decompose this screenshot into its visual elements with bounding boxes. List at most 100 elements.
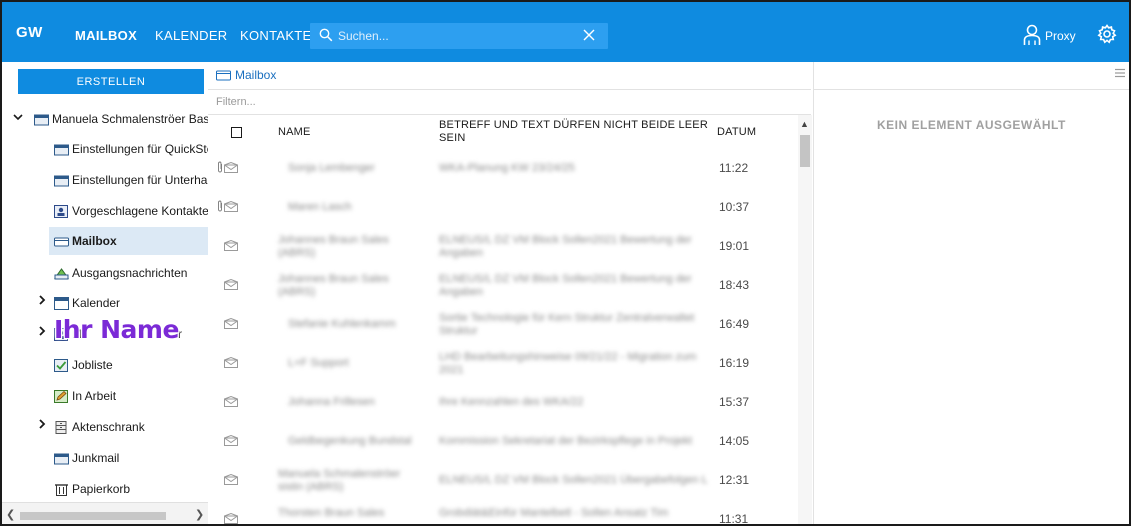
- row-date: 10:37: [719, 200, 750, 214]
- row-date: 19:01: [719, 239, 750, 253]
- envelope-icon: [224, 513, 238, 524]
- row-sender: Manuela Schmalenströer sistin (ABRS): [278, 468, 401, 493]
- clear-search-icon[interactable]: [582, 28, 596, 42]
- outbox-icon: [54, 267, 69, 279]
- table-row[interactable]: Johannes Braun Sales (ABRS) ELNEUS/L DZ …: [208, 227, 798, 266]
- row-subject: ELNEUS/L DZ VM Block Sollen2021 Bewertun…: [439, 234, 692, 259]
- edit-icon: [54, 389, 68, 403]
- folder-icon: [54, 175, 69, 186]
- checklist-icon: [54, 358, 68, 372]
- mailbox-icon: [216, 70, 231, 80]
- table-row[interactable]: Sonja Lembenger WKA-Planung KW 23/24/25 …: [208, 149, 798, 188]
- sidebar-item-label: Mailbox: [72, 234, 117, 248]
- row-sender: Geldbegenkung Bundstal: [288, 435, 412, 447]
- proxy-button[interactable]: Proxy: [1023, 22, 1076, 46]
- attachment-icon: [218, 200, 222, 212]
- row-date: 16:19: [719, 356, 750, 370]
- scroll-right-icon[interactable]: ❯: [195, 508, 204, 521]
- breadcrumb-label: Mailbox: [235, 68, 277, 82]
- row-date: 16:49: [719, 317, 750, 331]
- sidebar-item-jobliste[interactable]: Jobliste: [54, 351, 113, 379]
- scrollbar-thumb[interactable]: [20, 512, 166, 520]
- list-vertical-scrollbar[interactable]: ▲: [798, 115, 812, 524]
- search-box: [310, 23, 608, 49]
- row-date: 11:31: [719, 512, 749, 526]
- empty-preview-message: KEIN ELEMENT AUSGEWÄHLT: [877, 118, 1066, 132]
- sidebar-item-ausgangsnachrichten[interactable]: Ausgangsnachrichten: [54, 259, 187, 287]
- scroll-left-icon[interactable]: ❮: [6, 508, 15, 521]
- sidebar-item-label: Einstellungen für Unterhalt: [72, 173, 208, 187]
- contacts-icon: [54, 204, 68, 218]
- sidebar-item-label: Junkmail: [72, 451, 120, 465]
- sidebar-item-label: Einstellungen für QuickStep: [72, 142, 208, 156]
- envelope-icon: [224, 474, 238, 485]
- table-row[interactable]: Geldbegenkung Bundstal Kommission Sekret…: [208, 422, 798, 461]
- settings-gear-icon[interactable]: [1096, 23, 1118, 45]
- sidebar-item-einstellungen-unterhalt[interactable]: Einstellungen für Unterhalt: [54, 166, 208, 194]
- search-input[interactable]: [338, 27, 568, 45]
- column-header-date[interactable]: DATUM: [717, 115, 756, 149]
- message-list-pane: Mailbox NAME BETREFF UND TEXT DÜRFEN NIC…: [208, 62, 814, 526]
- row-subject: ELNEUS/L DZ VM Block Sollen2021 Bewertun…: [439, 273, 692, 298]
- sidebar-item-vorgeschlagene-kontakte[interactable]: Vorgeschlagene Kontakte: [54, 197, 208, 225]
- preview-pane: KEIN ELEMENT AUSGEWÄHLT: [814, 62, 1129, 524]
- sidebar-item-junkmail[interactable]: Junkmail: [54, 444, 119, 472]
- sidebar-item-aktenschrank[interactable]: Aktenschrank: [54, 413, 145, 441]
- expand-chevron-icon[interactable]: [37, 295, 47, 307]
- row-date: 12:31: [719, 473, 750, 487]
- sidebar-item-mailbox[interactable]: Mailbox: [49, 227, 208, 255]
- column-header-name[interactable]: NAME: [278, 115, 311, 149]
- proxy-user-icon: [1023, 24, 1041, 45]
- table-row[interactable]: Johannes Braun Sales (ABRS) ELNEUS/L DZ …: [208, 266, 798, 305]
- envelope-icon: [224, 396, 238, 407]
- expand-chevron-icon[interactable]: [37, 326, 47, 338]
- row-date: 15:37: [719, 395, 750, 409]
- sidebar-item-kalender[interactable]: Kalender: [54, 289, 120, 317]
- row-subject: WKA-Planung KW 23/24/25: [439, 162, 575, 174]
- table-row[interactable]: L+F Support LHD Bearbeitungshinweise 09/…: [208, 344, 798, 383]
- folder-sidebar: ERSTELLEN Manuela Schmalenströer Basisc …: [2, 62, 208, 524]
- envelope-icon: [224, 318, 238, 329]
- nav-kalender[interactable]: KALENDER: [155, 28, 227, 43]
- envelope-icon: [224, 279, 238, 290]
- sidebar-item-label: Jobliste: [72, 358, 113, 372]
- table-row[interactable]: Thorsten Braun Sales Grobdiät&Einfür Man…: [208, 500, 798, 526]
- sidebar-item-in-arbeit[interactable]: In Arbeit: [54, 382, 116, 410]
- scroll-up-icon[interactable]: ▲: [800, 119, 809, 129]
- trash-icon: [55, 483, 68, 496]
- hamburger-menu-icon[interactable]: [1114, 67, 1126, 79]
- expand-chevron-icon[interactable]: [37, 419, 47, 431]
- table-row[interactable]: Maren Lasch 10:37: [208, 188, 798, 227]
- table-row[interactable]: Manuela Schmalenströer sistin (ABRS) ELN…: [208, 461, 798, 500]
- breadcrumb[interactable]: Mailbox: [216, 68, 276, 82]
- create-button[interactable]: ERSTELLEN: [18, 69, 204, 94]
- nav-kontakte[interactable]: KONTAKTE: [240, 28, 312, 43]
- scrollbar-thumb[interactable]: [800, 135, 810, 167]
- column-header-subject[interactable]: BETREFF UND TEXT DÜRFEN NICHT BEIDE LEER…: [439, 115, 709, 149]
- row-sender: Johannes Braun Sales (ABRS): [278, 273, 389, 298]
- folder-icon: [54, 453, 69, 464]
- calendar-icon: [54, 296, 69, 310]
- sidebar-horizontal-scrollbar[interactable]: ❮ ❯: [2, 502, 208, 524]
- tree-root-account[interactable]: Manuela Schmalenströer Basisc: [34, 105, 208, 133]
- preview-divider: [814, 89, 1129, 90]
- table-row[interactable]: Johanna Frillesen Ihre Kennzahlen des WK…: [208, 383, 798, 422]
- sidebar-item-papierkorb[interactable]: Papierkorb: [54, 475, 130, 503]
- filter-bar: [208, 89, 811, 115]
- row-subject: LHD Bearbeitungshinweise 09/21/22 - Migr…: [439, 351, 697, 376]
- nav-mailbox[interactable]: MAILBOX: [75, 28, 137, 43]
- filter-input[interactable]: [208, 90, 811, 114]
- sidebar-item-einstellungen-quickstep[interactable]: Einstellungen für QuickStep: [54, 135, 208, 163]
- collapse-chevron-icon[interactable]: [13, 112, 23, 124]
- envelope-icon: [224, 201, 238, 212]
- row-sender: L+F Support: [288, 357, 349, 369]
- select-all-checkbox[interactable]: [231, 127, 242, 138]
- sidebar-item-label: Ausgangsnachrichten: [72, 266, 188, 280]
- row-subject: Sortie Technologie für Kern Struktur Zen…: [439, 312, 695, 337]
- proxy-label: Proxy: [1045, 29, 1076, 43]
- table-row[interactable]: Stefanie Kuhlenkamm Sortie Technologie f…: [208, 305, 798, 344]
- folder-icon: [54, 144, 69, 155]
- search-icon[interactable]: [319, 28, 333, 42]
- sidebar-item-label: Aktenschrank: [72, 420, 145, 434]
- row-date: 18:43: [719, 278, 750, 292]
